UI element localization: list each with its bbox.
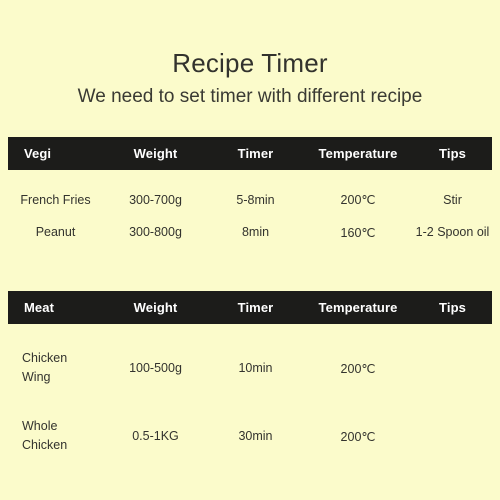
cell-name-line1: Chicken xyxy=(22,351,68,365)
table-header-row: Vegi Weight Timer Temperature Tips xyxy=(8,137,492,170)
cell-timer: 10min xyxy=(238,361,273,375)
column-header-temperature: Temperature xyxy=(318,300,398,315)
table-row: French Fries 300-700g 5-8min 200℃ Stir xyxy=(8,170,492,208)
table-row: Chicken Wing 100-500g 10min 200℃ xyxy=(8,324,492,387)
cell-timer: 5-8min xyxy=(236,192,275,207)
vegi-table: Vegi Weight Timer Temperature Tips Frenc… xyxy=(8,137,492,243)
cell-temperature: 160℃ xyxy=(340,225,376,240)
column-header-timer: Timer xyxy=(237,146,274,161)
column-header-timer: Timer xyxy=(237,300,274,315)
column-header-weight: Weight xyxy=(133,300,178,315)
vegi-table-header: Vegi Weight Timer Temperature Tips xyxy=(8,137,492,170)
cell-name-line1: Whole xyxy=(22,419,58,433)
cell-name: French Fries xyxy=(20,192,91,207)
vegi-table-body: French Fries 300-700g 5-8min 200℃ Stir P… xyxy=(8,170,492,243)
column-header-tips: Tips xyxy=(439,300,466,315)
meat-table-block: Meat Weight Timer Temperature Tips Chick… xyxy=(8,291,492,455)
cell-timer: 8min xyxy=(241,225,270,239)
page-header: Recipe Timer We need to set timer with d… xyxy=(0,0,500,109)
cell-weight: 300-700g xyxy=(129,192,182,207)
cell-name: Whole Chicken xyxy=(8,387,103,455)
page-subtitle: We need to set timer with different reci… xyxy=(77,86,423,107)
recipe-timer-page: Recipe Timer We need to set timer with d… xyxy=(0,0,500,500)
column-header-meat: Meat xyxy=(24,300,55,315)
page-title: Recipe Timer xyxy=(172,48,328,78)
vegi-table-block: Vegi Weight Timer Temperature Tips Frenc… xyxy=(8,137,492,243)
cell-name-line2: Chicken xyxy=(22,438,68,452)
meat-table: Meat Weight Timer Temperature Tips Chick… xyxy=(8,291,492,455)
table-row: Peanut 300-800g 8min 160℃ 1-2 Spoon oil xyxy=(8,207,492,243)
cell-timer: 30min xyxy=(238,429,273,443)
column-header-vegi: Vegi xyxy=(24,146,52,161)
cell-temperature: 200℃ xyxy=(340,361,376,376)
column-header-tips: Tips xyxy=(439,146,466,161)
column-header-weight: Weight xyxy=(133,146,178,161)
cell-weight: 100-500g xyxy=(129,361,182,375)
column-header-temperature: Temperature xyxy=(318,146,398,161)
meat-table-body: Chicken Wing 100-500g 10min 200℃ Whole C… xyxy=(8,324,492,455)
cell-temperature: 200℃ xyxy=(340,193,376,207)
cell-name: Peanut xyxy=(35,225,76,239)
table-header-row: Meat Weight Timer Temperature Tips xyxy=(8,291,492,324)
table-row: Whole Chicken 0.5-1KG 30min 200℃ xyxy=(8,387,492,455)
cell-temperature: 200℃ xyxy=(340,429,376,444)
meat-table-header: Meat Weight Timer Temperature Tips xyxy=(8,291,492,324)
cell-weight: 300-800g xyxy=(129,225,182,239)
cell-name: Chicken Wing xyxy=(8,324,103,387)
cell-tips xyxy=(413,387,492,455)
cell-tips: 1-2 Spoon oil xyxy=(415,225,490,239)
cell-tips xyxy=(413,324,492,387)
cell-tips: Stir xyxy=(443,192,462,207)
cell-name-line2: Wing xyxy=(22,370,51,384)
cell-weight: 0.5-1KG xyxy=(132,429,179,443)
